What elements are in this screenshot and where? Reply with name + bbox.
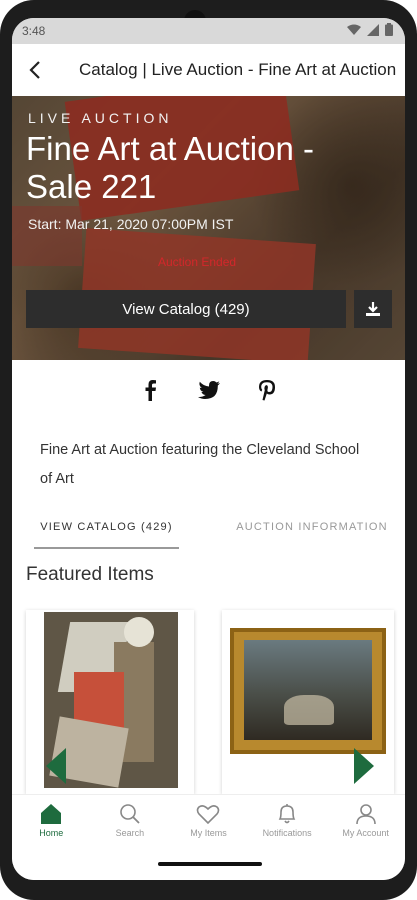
status-bar: 3:48 (12, 18, 405, 44)
painting-canvas (244, 640, 372, 740)
featured-items-heading: Featured Items (26, 564, 154, 585)
tab-view-catalog[interactable]: VIEW CATALOG (429) (34, 517, 179, 549)
carousel-prev-icon[interactable] (46, 748, 66, 784)
home-gesture-bar[interactable] (158, 862, 262, 866)
home-icon (41, 804, 62, 824)
nav-search[interactable]: Search (91, 795, 170, 851)
artwork-shape (124, 617, 154, 647)
nav-notifications[interactable]: Notifications (248, 795, 327, 851)
nav-label: My Items (190, 828, 227, 838)
auction-title: Fine Art at Auction - Sale 221 (26, 130, 314, 205)
carousel-next-icon[interactable] (354, 748, 374, 784)
auction-start-time: Start: Mar 21, 2020 07:00PM IST (28, 216, 234, 232)
nav-label: My Account (342, 828, 389, 838)
search-icon (120, 804, 140, 824)
nav-my-account[interactable]: My Account (326, 795, 405, 851)
phone-frame: 3:48 Catalog | Live Auction - Fine Art a… (0, 0, 417, 900)
pinterest-icon[interactable] (255, 378, 279, 402)
twitter-icon[interactable] (197, 378, 221, 402)
painting-figure (284, 695, 334, 725)
wifi-icon (347, 24, 361, 35)
bottom-navigation: Home Search My Items Notifications My Ac… (12, 794, 405, 851)
catalog-tabs: VIEW CATALOG (429) AUCTION INFORMATION (12, 515, 405, 549)
auction-description: Fine Art at Auction featuring the Clevel… (40, 442, 360, 487)
nav-label: Search (115, 828, 145, 838)
page-title: Catalog | Live Auction - Fine Art at Auc… (79, 60, 399, 79)
nav-label: Home (39, 828, 64, 838)
view-catalog-button[interactable]: View Catalog (429) (26, 290, 346, 328)
gesture-area (12, 850, 405, 880)
auction-status: Auction Ended (158, 255, 237, 269)
nav-home[interactable]: Home (12, 795, 91, 851)
auction-type-label: LIVE AUCTION (28, 110, 173, 126)
lot-image (230, 628, 386, 754)
nav-my-items[interactable]: My Items (169, 795, 248, 851)
download-icon (366, 302, 380, 316)
battery-icon (385, 23, 393, 36)
facebook-icon[interactable] (139, 378, 163, 402)
app-bar: Catalog | Live Auction - Fine Art at Auc… (12, 44, 405, 97)
tab-auction-information[interactable]: AUCTION INFORMATION (232, 517, 392, 547)
screen: 3:48 Catalog | Live Auction - Fine Art a… (12, 18, 405, 880)
nav-label: Notifications (262, 828, 312, 838)
heart-icon (197, 805, 220, 825)
bell-icon (278, 804, 296, 824)
status-icons (347, 23, 393, 36)
social-share-bar (12, 378, 405, 418)
signal-icon (367, 23, 379, 36)
download-button[interactable] (354, 290, 392, 328)
status-time: 3:48 (22, 24, 46, 38)
user-icon (355, 804, 376, 825)
back-arrow-icon[interactable] (24, 58, 48, 82)
auction-hero: LIVE AUCTION Fine Art at Auction - Sale … (12, 96, 405, 360)
